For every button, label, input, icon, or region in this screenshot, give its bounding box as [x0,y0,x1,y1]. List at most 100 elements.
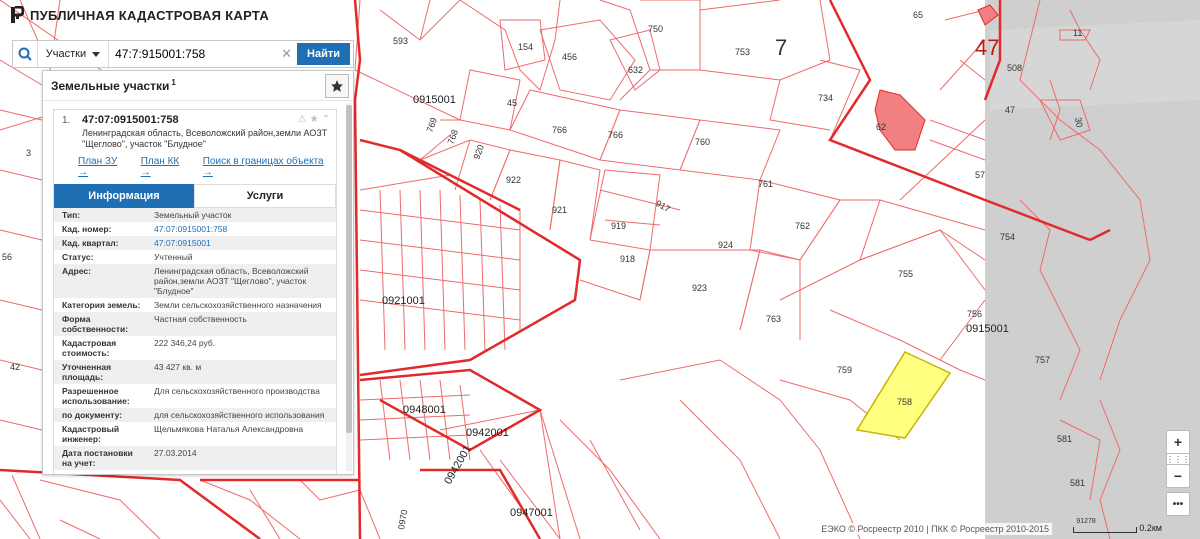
svg-text:508: 508 [1007,63,1022,73]
info-value: Частная собственность [154,314,247,324]
zoom-out-button[interactable]: − [1166,464,1190,488]
svg-text:456: 456 [562,52,577,62]
svg-text:45: 45 [507,98,517,108]
info-value[interactable]: 47:07:0915001 [146,236,336,250]
selected-parcel-758[interactable] [855,351,952,439]
svg-text:761: 761 [758,179,773,189]
svg-text:758: 758 [897,397,912,407]
svg-text:924: 924 [718,240,733,250]
scale-label: 0.2км [1139,523,1162,533]
result-address: Ленинградская область, Всеволожский райо… [82,128,328,149]
clear-icon[interactable]: ✕ [276,46,297,62]
info-key: Форма собственности: [62,314,129,334]
star-icon[interactable]: ★ [310,114,319,125]
info-row: Кад. номер: 47:07:0915001:758 [54,222,336,236]
info-value: 04.07.2016 [146,470,336,474]
svg-text:11: 11 [1073,28,1082,38]
svg-text:30: 30 [1073,117,1085,129]
search-input[interactable] [109,41,277,67]
svg-text:917: 917 [654,198,672,214]
svg-text:757: 757 [1035,355,1050,365]
info-key: Адрес: [62,266,91,276]
info-key: Кадастровая стоимость: [62,338,117,358]
svg-text:923: 923 [692,283,707,293]
info-key: Статус: [62,252,94,262]
star-icon [331,80,343,92]
card-links: План ЗУ → План КК → Поиск в границах объ… [54,150,336,182]
svg-text:593: 593 [393,36,408,46]
info-row: Разрешенное использование: Для сельскохоз… [54,384,336,408]
info-row: Категория земель: Земли сельскохозяйствен… [54,298,336,312]
svg-text:756: 756 [967,309,982,319]
info-key: Кад. номер: [62,224,112,234]
info-value: Щельмякова Наталья Александровна [154,424,304,434]
info-value[interactable]: 47:07:0915001:758 [146,222,336,236]
svg-text:766: 766 [608,130,623,140]
search-bar: Участки ✕ Найти [12,40,354,68]
map-scale: 91278 0.2км [1073,518,1162,533]
info-row: Уточненная площадь: 43 427 кв. м [54,360,336,384]
svg-text:47: 47 [1005,105,1015,115]
info-key: Дата изменения сведений в ГКН: [54,470,146,474]
info-value: Учтенный [154,252,193,262]
svg-text:753: 753 [735,47,750,57]
search-category-select[interactable]: Участки [38,41,110,67]
info-row: Кад. квартал: 47:07:0915001 [54,236,336,250]
zoom-slider-dots[interactable]: ⋮⋮⋮ [1166,454,1190,464]
tab-info[interactable]: Информация [54,184,194,208]
svg-text:57: 57 [975,170,985,180]
svg-text:581: 581 [1070,478,1085,488]
results-panel: Земельные участки 1 1. 47:07:0915001:758 … [42,70,354,475]
search-in-bounds-link[interactable]: Поиск в границах объекта → [203,156,328,178]
plan-zu-link[interactable]: План ЗУ → [78,156,127,178]
search-icon [18,47,32,61]
info-key: Уточненная площадь: [62,362,112,382]
zoom-in-button[interactable]: + [1166,430,1190,454]
more-tools-button[interactable]: ••• [1166,492,1190,516]
quarter-label: 0942001 [466,427,509,439]
result-cad-number[interactable]: 47:07:0915001:758 [82,114,328,126]
svg-text:763: 763 [766,314,781,324]
svg-text:734: 734 [818,93,833,103]
map-attribution: ЕЭКО © Росреестр 2010 | ПКК © Росреестр … [818,523,1052,535]
scale-bar: 91278 [1073,518,1138,533]
result-card[interactable]: 1. 47:07:0915001:758 Ленинградская облас… [53,109,337,474]
scrollbar-thumb[interactable] [346,105,352,433]
info-row: Адрес: Ленинградская область, Всеволожски… [54,264,336,298]
info-row: Тип: Земельный участок [54,208,336,222]
favorite-button[interactable] [325,74,349,98]
svg-text:154: 154 [518,42,533,52]
svg-text:56: 56 [2,252,12,262]
svg-text:65: 65 [913,10,923,20]
scale-hint: 91278 [1076,518,1096,525]
find-button[interactable]: Найти [297,43,350,65]
svg-text:769: 769 [424,116,439,134]
panel-scrollbar[interactable] [346,103,352,471]
info-value: Земли сельскохозяйственного назначения [154,300,322,310]
svg-text:42: 42 [10,362,20,372]
card-icons: ⚠ ★ ⌃ [298,114,330,125]
quarter-label: 0948001 [403,404,446,416]
info-value: 27.03.2014 [154,448,197,458]
svg-text:766: 766 [552,125,567,135]
info-row: Форма собственности: Частная собственност… [54,312,336,336]
quarter-label: 0915001 [966,323,1009,335]
svg-text:750: 750 [648,24,663,34]
warning-icon[interactable]: ⚠ [298,114,307,125]
svg-text:755: 755 [898,269,913,279]
svg-text:921: 921 [552,205,567,215]
chevron-up-icon[interactable]: ⌃ [322,114,330,125]
info-key: Кадастровый инженер: [62,424,120,444]
svg-text:919: 919 [611,221,626,231]
big-label-7: 7 [775,35,787,60]
tab-services[interactable]: Услуги [194,184,336,208]
svg-text:754: 754 [1000,232,1015,242]
info-value: для сельскохозяйственного использования [154,410,325,420]
svg-text:0970: 0970 [396,509,409,530]
svg-text:762: 762 [795,221,810,231]
info-row: по документу: для сельскохозяйственного и… [54,408,336,422]
search-icon-button[interactable] [13,41,38,67]
info-value: 222 346,24 руб. [154,338,216,348]
big-label-47: 47 [975,35,999,60]
plan-kk-link[interactable]: План КК → [141,156,189,178]
